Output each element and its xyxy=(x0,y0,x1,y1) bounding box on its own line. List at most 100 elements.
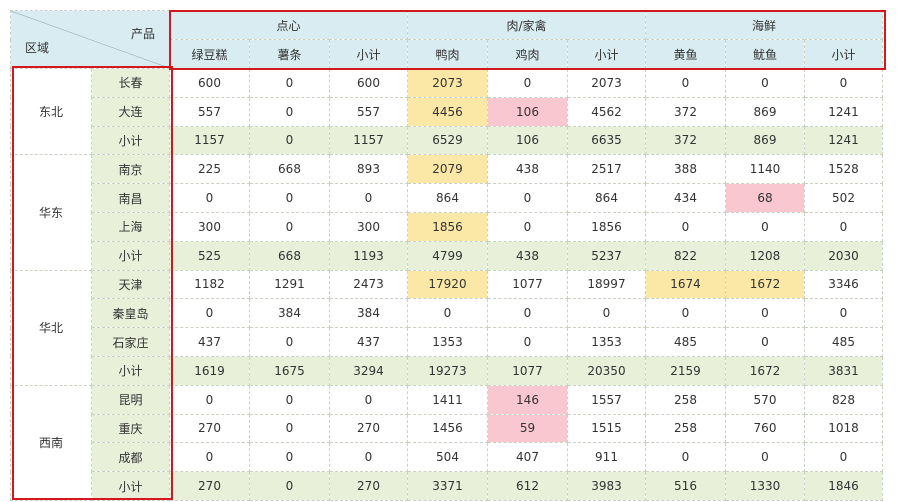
city-cell[interactable]: 南昌 xyxy=(91,183,170,213)
value-cell[interactable]: 1140 xyxy=(725,154,805,185)
city-cell[interactable]: 南京 xyxy=(91,154,170,185)
value-cell[interactable]: 0 xyxy=(804,211,883,242)
value-cell[interactable]: 2473 xyxy=(329,269,408,300)
value-cell[interactable]: 0 xyxy=(249,125,330,156)
value-cell[interactable]: 557 xyxy=(169,96,250,127)
value-cell[interactable]: 258 xyxy=(645,384,726,415)
value-cell[interactable]: 0 xyxy=(645,442,726,473)
value-cell[interactable]: 3346 xyxy=(804,269,883,300)
value-cell[interactable]: 1672 xyxy=(725,269,805,300)
value-cell[interactable]: 225 xyxy=(169,154,250,185)
value-cell[interactable]: 0 xyxy=(804,68,883,98)
value-cell[interactable]: 0 xyxy=(169,298,250,329)
group-header-meat[interactable]: 肉/家禽 xyxy=(407,10,646,40)
value-cell[interactable]: 1193 xyxy=(329,240,408,271)
value-cell[interactable]: 0 xyxy=(407,298,488,329)
group-header-snacks[interactable]: 点心 xyxy=(169,10,408,40)
value-cell[interactable]: 384 xyxy=(249,298,330,329)
value-cell[interactable]: 407 xyxy=(487,442,568,473)
value-cell[interactable]: 17920 xyxy=(407,269,488,300)
value-cell[interactable]: 1528 xyxy=(804,154,883,185)
city-cell[interactable]: 石家庄 xyxy=(91,327,170,357)
region-cell[interactable]: 华北 xyxy=(10,269,92,386)
value-cell[interactable]: 1557 xyxy=(567,384,646,415)
value-cell[interactable]: 0 xyxy=(725,298,805,329)
value-cell[interactable]: 0 xyxy=(804,298,883,329)
value-cell[interactable]: 1856 xyxy=(567,211,646,242)
city-cell[interactable]: 上海 xyxy=(91,211,170,242)
value-cell[interactable]: 438 xyxy=(487,240,568,271)
value-cell[interactable]: 270 xyxy=(169,413,250,444)
value-cell[interactable]: 3831 xyxy=(804,355,883,386)
value-cell[interactable]: 372 xyxy=(645,96,726,127)
value-cell[interactable]: 600 xyxy=(329,68,408,98)
value-cell[interactable]: 893 xyxy=(329,154,408,185)
value-cell[interactable]: 0 xyxy=(249,183,330,213)
city-cell[interactable]: 重庆 xyxy=(91,413,170,444)
value-cell[interactable]: 864 xyxy=(407,183,488,213)
value-cell[interactable]: 1291 xyxy=(249,269,330,300)
value-cell[interactable]: 1856 xyxy=(407,211,488,242)
value-cell[interactable]: 1846 xyxy=(804,471,883,501)
value-cell[interactable]: 0 xyxy=(169,183,250,213)
value-cell[interactable]: 0 xyxy=(487,298,568,329)
value-cell[interactable]: 1182 xyxy=(169,269,250,300)
value-cell[interactable]: 18997 xyxy=(567,269,646,300)
value-cell[interactable]: 106 xyxy=(487,96,568,127)
value-cell[interactable]: 2073 xyxy=(407,68,488,98)
value-cell[interactable]: 6635 xyxy=(567,125,646,156)
value-cell[interactable]: 485 xyxy=(645,327,726,357)
value-cell[interactable]: 1330 xyxy=(725,471,805,501)
value-cell[interactable]: 270 xyxy=(329,413,408,444)
value-cell[interactable]: 1018 xyxy=(804,413,883,444)
column-header[interactable]: 鸡肉 xyxy=(487,39,568,69)
value-cell[interactable]: 0 xyxy=(725,442,805,473)
value-cell[interactable]: 516 xyxy=(645,471,726,501)
value-cell[interactable]: 300 xyxy=(329,211,408,242)
value-cell[interactable]: 0 xyxy=(645,211,726,242)
value-cell[interactable]: 0 xyxy=(725,211,805,242)
value-cell[interactable]: 0 xyxy=(329,384,408,415)
value-cell[interactable]: 2073 xyxy=(567,68,646,98)
value-cell[interactable]: 438 xyxy=(487,154,568,185)
value-cell[interactable]: 0 xyxy=(249,327,330,357)
value-cell[interactable]: 0 xyxy=(249,413,330,444)
value-cell[interactable]: 1241 xyxy=(804,125,883,156)
value-cell[interactable]: 828 xyxy=(804,384,883,415)
value-cell[interactable]: 1456 xyxy=(407,413,488,444)
value-cell[interactable]: 6529 xyxy=(407,125,488,156)
value-cell[interactable]: 0 xyxy=(804,442,883,473)
city-cell[interactable]: 秦皇岛 xyxy=(91,298,170,329)
value-cell[interactable]: 1675 xyxy=(249,355,330,386)
value-cell[interactable]: 570 xyxy=(725,384,805,415)
column-header[interactable]: 小计 xyxy=(329,39,408,69)
subtotal-label[interactable]: 小计 xyxy=(91,125,170,156)
value-cell[interactable]: 4799 xyxy=(407,240,488,271)
value-cell[interactable]: 485 xyxy=(804,327,883,357)
value-cell[interactable]: 4456 xyxy=(407,96,488,127)
value-cell[interactable]: 0 xyxy=(249,442,330,473)
value-cell[interactable]: 2079 xyxy=(407,154,488,185)
value-cell[interactable]: 106 xyxy=(487,125,568,156)
value-cell[interactable]: 59 xyxy=(487,413,568,444)
value-cell[interactable]: 1672 xyxy=(725,355,805,386)
value-cell[interactable]: 557 xyxy=(329,96,408,127)
value-cell[interactable]: 525 xyxy=(169,240,250,271)
value-cell[interactable]: 3294 xyxy=(329,355,408,386)
value-cell[interactable]: 3983 xyxy=(567,471,646,501)
value-cell[interactable]: 1077 xyxy=(487,269,568,300)
value-cell[interactable]: 1411 xyxy=(407,384,488,415)
region-cell[interactable]: 东北 xyxy=(10,67,92,156)
value-cell[interactable]: 68 xyxy=(725,183,805,213)
value-cell[interactable]: 2030 xyxy=(804,240,883,271)
value-cell[interactable]: 146 xyxy=(487,384,568,415)
value-cell[interactable]: 3371 xyxy=(407,471,488,501)
value-cell[interactable]: 0 xyxy=(567,298,646,329)
value-cell[interactable]: 437 xyxy=(329,327,408,357)
value-cell[interactable]: 0 xyxy=(249,96,330,127)
value-cell[interactable]: 388 xyxy=(645,154,726,185)
value-cell[interactable]: 437 xyxy=(169,327,250,357)
value-cell[interactable]: 1157 xyxy=(329,125,408,156)
value-cell[interactable]: 822 xyxy=(645,240,726,271)
value-cell[interactable]: 270 xyxy=(169,471,250,501)
